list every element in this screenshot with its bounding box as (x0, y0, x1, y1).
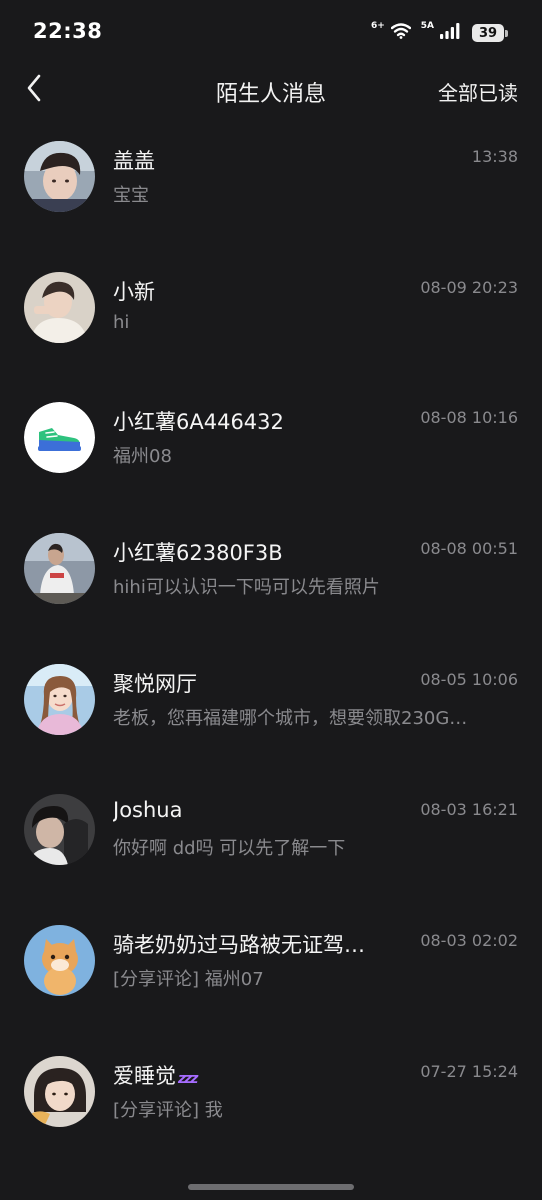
battery-icon: 39 (472, 24, 508, 42)
message-row[interactable]: 爱睡觉 zzz 07-27 15:24 [分享评论] 我 (0, 1029, 542, 1160)
message-row[interactable]: 骑老奶奶过马路被无证驾… 08-03 02:02 [分享评论] 福州07 (0, 898, 542, 1029)
message-row[interactable]: Joshua 08-03 16:21 你好啊 dd吗 可以先了解一下 (0, 767, 542, 898)
avatar[interactable] (24, 1055, 95, 1127)
signal-icon (440, 23, 460, 43)
message-time: 08-03 16:21 (420, 800, 518, 820)
sender-name: 小红薯6A446432 (113, 410, 284, 435)
message-time: 08-09 20:23 (420, 277, 518, 297)
wifi-icon (390, 23, 411, 43)
sender-name: 小红薯62380F3B (113, 541, 283, 566)
message-preview: hi (113, 311, 130, 333)
avatar[interactable] (24, 925, 95, 997)
message-row[interactable]: 小红薯62380F3B 08-08 00:51 hihi可以认识一下吗可以先看照… (0, 506, 542, 637)
sender-name: 盖盖 (113, 149, 155, 173)
message-time: 08-03 02:02 (420, 931, 518, 951)
battery-level: 39 (472, 24, 504, 42)
sender-name: 小新 (113, 279, 155, 304)
mark-all-read-button[interactable]: 全部已读 (438, 77, 518, 106)
sender-name: 爱睡觉 zzz (113, 1060, 403, 1090)
message-time: 07-27 15:24 (420, 1061, 518, 1081)
avatar[interactable] (24, 663, 95, 735)
sender-name: 聚悦网厅 (113, 671, 197, 696)
sender-name: Joshua (113, 798, 183, 823)
message-row[interactable]: 聚悦网厅 08-05 10:06 老板，您再福建哪个城市，想要领取230G… (0, 637, 542, 768)
avatar[interactable] (24, 533, 95, 605)
message-preview: 宝宝 (113, 185, 149, 206)
wifi-label: 6+ (370, 20, 385, 31)
status-time: 22:38 (33, 19, 103, 43)
message-row[interactable]: 小新 08-09 20:23 hi (0, 245, 542, 376)
message-list: 盖盖 13:38 宝宝 小新 08-09 20:23 hi 小红薯6A44643… (0, 114, 542, 1160)
message-time: 08-08 10:16 (420, 408, 518, 428)
avatar[interactable] (24, 402, 95, 474)
signal-label: 5A (420, 20, 434, 31)
message-preview: 福州08 (113, 446, 172, 468)
home-indicator[interactable] (188, 1184, 354, 1190)
sleep-zzz-icon: zzz (178, 1070, 199, 1087)
avatar[interactable] (24, 141, 95, 212)
message-preview: hihi可以认识一下吗可以先看照片 (113, 577, 380, 599)
avatar[interactable] (24, 794, 95, 866)
message-preview: 你好啊 dd吗 可以先了解一下 (113, 838, 346, 860)
message-time: 08-05 10:06 (420, 669, 518, 689)
message-preview: [分享评论] 我 (113, 1099, 223, 1121)
sender-name: 骑老奶奶过马路被无证驾… (113, 933, 365, 958)
status-bar: 22:38 6+ 5A 39 (0, 0, 542, 66)
message-preview: 老板，您再福建哪个城市，想要领取230G… (113, 707, 468, 729)
message-time: 08-08 00:51 (420, 539, 518, 559)
message-row[interactable]: 小红薯6A446432 08-08 10:16 福州08 (0, 375, 542, 506)
message-row[interactable]: 盖盖 13:38 宝宝 (0, 114, 542, 245)
message-time: 13:38 (471, 147, 518, 166)
avatar[interactable] (24, 271, 95, 343)
status-icons: 6+ 5A 39 (371, 21, 508, 45)
message-preview: [分享评论] 福州07 (113, 969, 264, 991)
nav-bar: 陌生人消息 全部已读 (0, 66, 542, 114)
sender-name-text: 爱睡觉 (113, 1063, 176, 1088)
